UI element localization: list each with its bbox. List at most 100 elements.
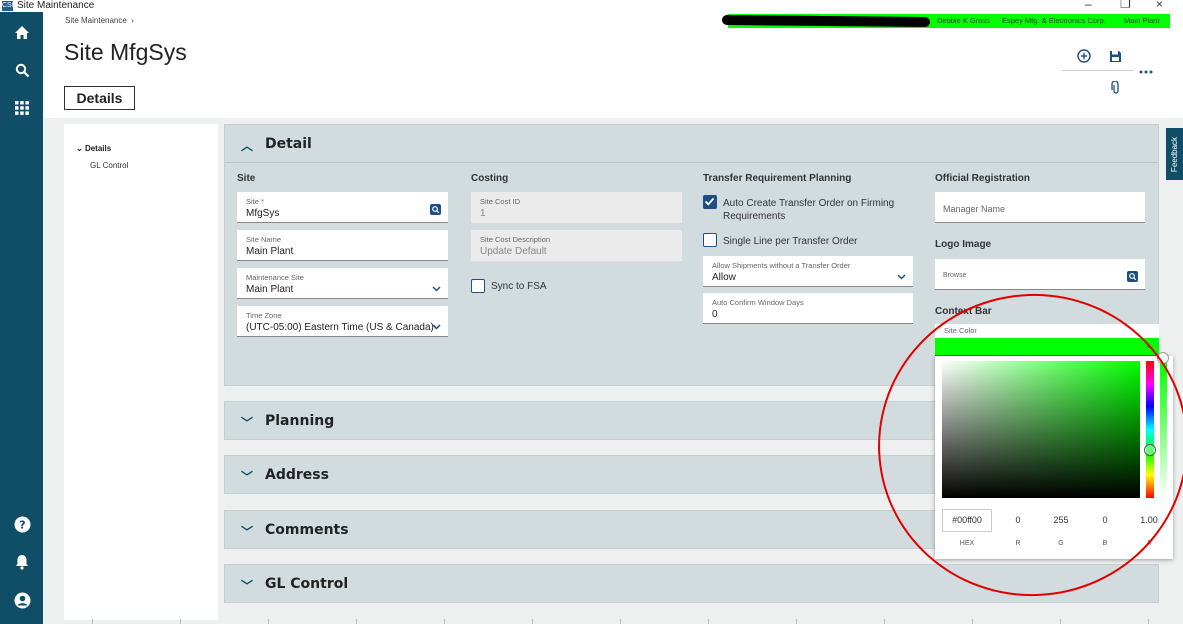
hue-slider[interactable] xyxy=(1146,361,1154,498)
feedback-label: Feedback xyxy=(1170,136,1180,172)
nav-tree: ⌄ Details GL Control xyxy=(64,124,218,620)
allow-shipments-select[interactable]: Allow Shipments without a Transfer Order… xyxy=(703,256,913,287)
green-value-input[interactable]: 255 xyxy=(1046,515,1076,525)
site-color-label: Site Color xyxy=(944,326,977,335)
feedback-tab[interactable]: Feedback xyxy=(1166,128,1183,180)
context-bar-heading: Context Bar xyxy=(935,306,992,317)
auto-create-transfer-label: Auto Create Transfer Order on Firming Re… xyxy=(723,198,895,222)
red-value-input[interactable]: 0 xyxy=(1003,515,1033,525)
auto-confirm-days-label: Auto Confirm Window Days xyxy=(712,298,804,307)
auto-confirm-days-value: 0 xyxy=(712,309,718,320)
add-icon[interactable] xyxy=(1076,48,1092,64)
hex-input[interactable]: #00ff00 xyxy=(942,509,992,532)
site-name-label: Site Name xyxy=(246,235,282,244)
blue-label: B xyxy=(1102,540,1108,547)
chevron-down-icon: ﹀ xyxy=(241,470,254,484)
blue-value-input[interactable]: 0 xyxy=(1090,515,1120,525)
site-color-swatch[interactable]: ⌄ xyxy=(935,338,1159,356)
maintenance-site-label: Maintenance Site xyxy=(246,273,304,282)
alpha-label: A xyxy=(1146,540,1152,547)
grid-tick xyxy=(796,619,797,624)
apps-grid-icon[interactable] xyxy=(12,98,32,118)
chevron-down-icon xyxy=(432,279,441,297)
official-registration-heading: Official Registration xyxy=(935,173,1031,184)
restore-button[interactable]: ❐ xyxy=(1120,0,1131,10)
grid-tick xyxy=(1148,619,1149,624)
user-account-icon[interactable] xyxy=(12,590,32,610)
page-title: Site MfgSys xyxy=(64,39,187,65)
context-user[interactable]: Debbie K Gross xyxy=(937,14,990,28)
grid-tick xyxy=(92,619,93,624)
browse-icon[interactable] xyxy=(1127,269,1138,282)
context-bar: Debbie K Gross Espey Mfg. & Electronics … xyxy=(721,14,1170,28)
time-zone-select[interactable]: Time Zone (UTC-05:00) Eastern Time (US &… xyxy=(237,306,448,337)
auto-confirm-days-field[interactable]: Auto Confirm Window Days 0 xyxy=(703,293,913,324)
chevron-down-icon xyxy=(897,267,906,285)
save-icon[interactable] xyxy=(1107,48,1123,64)
green-label: G xyxy=(1058,540,1064,547)
help-icon[interactable]: ? xyxy=(12,514,32,534)
time-zone-label: Time Zone xyxy=(246,311,282,320)
grid-tick xyxy=(884,619,885,624)
lookup-icon[interactable] xyxy=(430,202,441,215)
time-zone-value: (UTC-05:00) Eastern Time (US & Canada) xyxy=(246,322,434,333)
breadcrumb: Site Maintenance › xyxy=(65,16,134,25)
browse-placeholder: Browse xyxy=(943,272,967,279)
hue-slider-handle[interactable] xyxy=(1144,444,1156,456)
context-company[interactable]: Espey Mfg. & Electronics Corp. xyxy=(1002,14,1106,28)
site-column-heading: Site xyxy=(237,173,256,184)
tab-details[interactable]: Details xyxy=(64,86,135,110)
chevron-down-icon: ﹀ xyxy=(241,525,254,539)
alpha-slider-handle[interactable] xyxy=(1157,352,1169,364)
tree-item-details[interactable]: ⌄ Details xyxy=(76,144,111,153)
breadcrumb-separator: › xyxy=(131,16,134,25)
alpha-slider[interactable] xyxy=(1160,361,1167,498)
color-picker-popup: #00ff00 0 255 0 1.00 HEX R G B A xyxy=(935,352,1173,559)
red-label: R xyxy=(1015,540,1021,547)
redaction-mark xyxy=(721,14,931,28)
address-section-title: Address xyxy=(265,467,329,483)
alpha-value-input[interactable]: 1.00 xyxy=(1134,515,1164,525)
site-field[interactable]: Site * MfgSys xyxy=(237,192,448,223)
context-site[interactable]: Main Plant xyxy=(1124,14,1159,28)
grid-tick xyxy=(1060,619,1061,624)
maintenance-site-select[interactable]: Maintenance Site Main Plant xyxy=(237,268,448,299)
logo-image-heading: Logo Image xyxy=(935,239,992,250)
chevron-down-icon xyxy=(432,317,441,335)
saturation-value-area[interactable] xyxy=(942,361,1140,498)
site-field-label: Site * xyxy=(246,197,264,206)
tree-item-gl-control[interactable]: GL Control xyxy=(90,161,128,170)
transfer-planning-heading: Transfer Requirement Planning xyxy=(703,173,852,184)
auto-create-transfer-checkbox[interactable] xyxy=(703,195,717,209)
gl-control-section-header[interactable]: ﹀ GL Control xyxy=(224,564,1159,603)
attachment-icon[interactable] xyxy=(1108,80,1124,96)
logo-browse-field[interactable]: Browse xyxy=(935,259,1145,290)
chevron-down-icon: ⌄ xyxy=(1145,341,1152,350)
grid-tick xyxy=(620,619,621,624)
breadcrumb-item[interactable]: Site Maintenance xyxy=(65,16,127,25)
detail-section-header[interactable]: ︿ Detail xyxy=(225,125,1158,163)
site-cost-description-field: Site Cost Description Update Default xyxy=(471,230,682,261)
site-cost-description-value: Update Default xyxy=(480,246,547,257)
bell-icon[interactable] xyxy=(12,552,32,572)
home-icon[interactable] xyxy=(12,22,32,42)
minimize-button[interactable]: – xyxy=(1085,0,1092,10)
manager-name-placeholder: Manager Name xyxy=(943,204,1006,214)
site-name-field[interactable]: Site Name Main Plant xyxy=(237,230,448,261)
detail-section-title: Detail xyxy=(265,136,312,152)
grid-tick xyxy=(972,619,973,624)
grid-tick xyxy=(532,619,533,624)
search-icon[interactable] xyxy=(12,60,32,80)
costing-column-heading: Costing xyxy=(471,173,509,184)
left-nav: ? xyxy=(0,12,43,624)
single-line-transfer-label: Single Line per Transfer Order xyxy=(723,236,858,247)
tree-item-details-label: Details xyxy=(84,144,112,153)
sync-to-fsa-checkbox[interactable] xyxy=(471,279,485,293)
more-options-icon[interactable] xyxy=(1138,64,1154,80)
manager-name-field[interactable]: Manager Name xyxy=(935,192,1145,223)
grid-tick xyxy=(708,619,709,624)
close-button[interactable]: × xyxy=(1156,0,1163,10)
checkmark-icon xyxy=(704,197,715,206)
single-line-transfer-checkbox[interactable] xyxy=(703,233,717,247)
maintenance-site-value: Main Plant xyxy=(246,284,294,295)
